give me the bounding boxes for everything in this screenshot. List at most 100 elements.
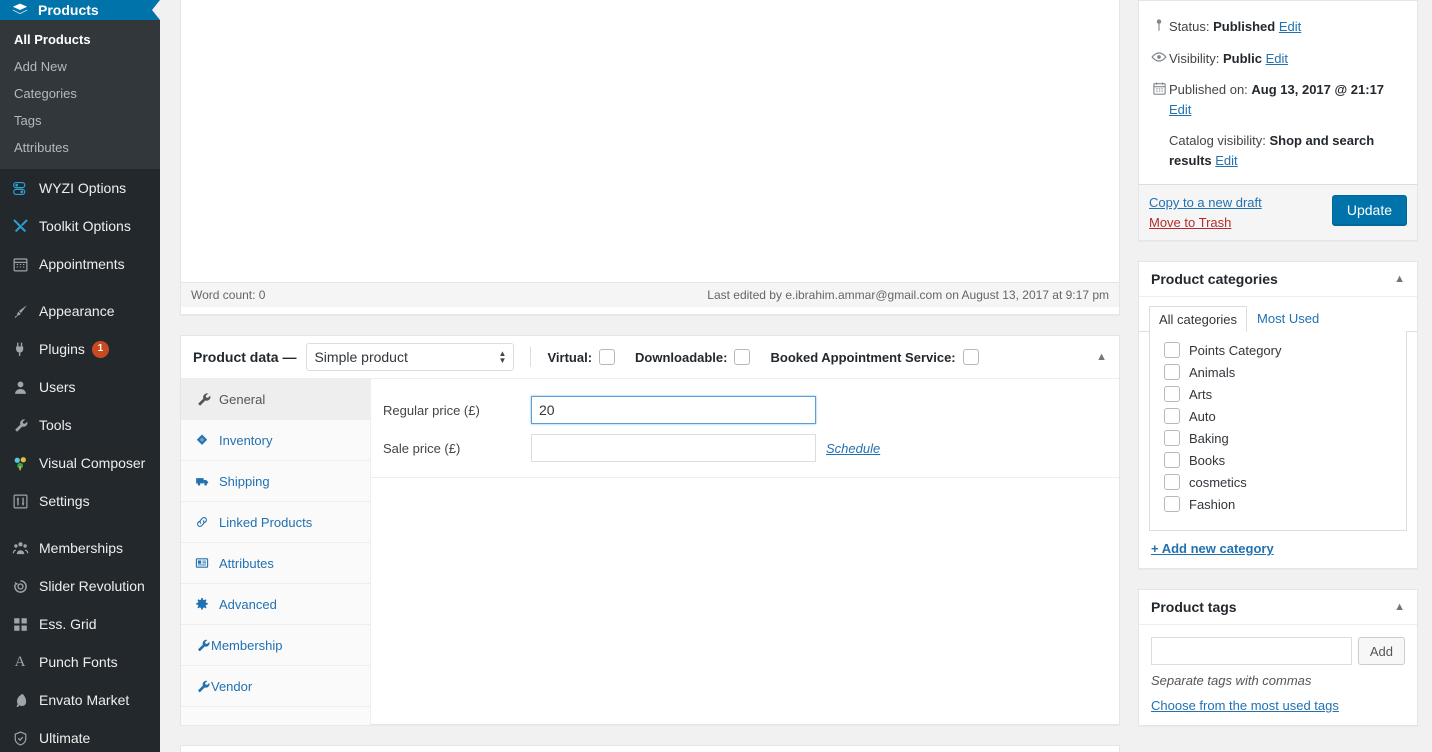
product-categories-box: Product categories ▲ All categories Most … <box>1138 261 1418 569</box>
sidebar-item-toolkit-options[interactable]: Toolkit Options <box>0 207 160 245</box>
product-option-booked-appointment-service[interactable]: Booked Appointment Service: <box>770 349 979 365</box>
category-checkbox[interactable] <box>1164 452 1180 468</box>
product-tab-membership[interactable]: Membership <box>181 625 370 666</box>
grid-icon <box>10 614 30 634</box>
tag-input[interactable] <box>1151 637 1352 665</box>
product-option-label: Booked Appointment Service: <box>770 349 956 365</box>
category-item[interactable]: Points Category <box>1150 339 1406 361</box>
product-tab-attributes[interactable]: Attributes <box>181 543 370 584</box>
sidebar-item-punch-fonts[interactable]: A Punch Fonts <box>0 643 160 681</box>
published-on-row: Published on: Aug 13, 2017 @ 21:17 Edit <box>1149 74 1407 125</box>
word-count: Word count: 0 <box>191 288 266 302</box>
product-type-select[interactable]: Simple productGrouped productExternal/Af… <box>306 343 515 371</box>
category-tab-most-used[interactable]: Most Used <box>1247 305 1329 331</box>
published-label: Published on: <box>1169 82 1248 97</box>
visibility-label: Visibility: <box>1169 50 1220 66</box>
category-item[interactable]: Books <box>1150 449 1406 471</box>
category-item[interactable]: cosmetics <box>1150 471 1406 493</box>
product-tab-shipping[interactable]: Shipping <box>181 461 370 502</box>
category-checkbox[interactable] <box>1164 386 1180 402</box>
category-label: Animals <box>1189 364 1236 380</box>
sidebar-item-appointments[interactable]: Appointments <box>0 245 160 283</box>
sidebar-item-ultimate[interactable]: Ultimate <box>0 719 160 752</box>
category-checkbox[interactable] <box>1164 474 1180 490</box>
sidebar-item-visual-composer[interactable]: Visual Composer <box>0 444 160 482</box>
checkbox[interactable] <box>734 349 751 365</box>
category-item[interactable]: Auto <box>1150 405 1406 427</box>
calendar-icon <box>1149 80 1169 96</box>
submenu-item-tags[interactable]: Tags <box>0 107 160 134</box>
catalog-visibility-text: Catalog visibility: Shop and search resu… <box>1169 131 1407 170</box>
tag-hint: Separate tags with commas <box>1151 673 1312 688</box>
sidebar-item-tools[interactable]: Tools <box>0 406 160 444</box>
sidebar-item-plugins[interactable]: Plugins 1 <box>0 330 160 368</box>
sidebar-item-settings[interactable]: Settings <box>0 482 160 520</box>
most-used-tags-link[interactable]: Choose from the most used tags <box>1139 698 1417 725</box>
product-option-downloadable[interactable]: Downloadable: <box>635 349 751 365</box>
product-data-metabox: Product data — Simple productGrouped pro… <box>180 335 1120 725</box>
regular-price-input[interactable] <box>531 396 816 424</box>
sidebar-item-appearance[interactable]: Appearance <box>0 292 160 330</box>
category-item[interactable]: Baking <box>1150 427 1406 449</box>
product-tab-label: Shipping <box>219 473 270 489</box>
product-tab-advanced[interactable]: Advanced <box>181 584 370 625</box>
category-checkbox[interactable] <box>1164 342 1180 358</box>
schedule-sale-link[interactable]: Schedule <box>826 441 880 456</box>
submenu-item-attributes[interactable]: Attributes <box>0 134 160 161</box>
edit-status-link[interactable]: Edit <box>1279 19 1301 34</box>
add-new-category-link[interactable]: + Add new category <box>1139 531 1417 568</box>
chevron-up-icon[interactable]: ▲ <box>1394 601 1405 613</box>
sidebar-item-users[interactable]: Users <box>0 368 160 406</box>
category-checkbox[interactable] <box>1164 408 1180 424</box>
category-checkbox[interactable] <box>1164 364 1180 380</box>
product-tab-inventory[interactable]: Inventory <box>181 420 370 461</box>
category-tab-all-categories[interactable]: All categories <box>1149 306 1248 332</box>
product-type-select-wrap: Simple productGrouped productExternal/Af… <box>306 343 515 371</box>
sidebar-item-wyzi-options[interactable]: WYZI Options <box>0 169 160 207</box>
product-tab-vendor[interactable]: Vendor <box>181 666 370 707</box>
toggles-icon <box>10 178 30 198</box>
submenu-item-add-new[interactable]: Add New <box>0 53 160 80</box>
update-button[interactable]: Update <box>1331 195 1407 225</box>
category-label: Points Category <box>1189 342 1282 358</box>
submenu-item-categories[interactable]: Categories <box>0 80 160 107</box>
tools-cross-icon <box>10 216 30 236</box>
sidebar-item-envato-market[interactable]: Envato Market <box>0 681 160 719</box>
pin-icon <box>1149 17 1169 32</box>
product-tab-general[interactable]: General <box>181 379 370 420</box>
sidebar-item-products[interactable]: Products <box>0 0 160 20</box>
sidebar-item-memberships[interactable]: Memberships <box>0 529 160 567</box>
sidebar-item-slider-revolution[interactable]: Slider Revolution <box>0 567 160 605</box>
edit-catalog-link[interactable]: Edit <box>1215 153 1237 168</box>
sidebar-item-ess-grid[interactable]: Ess. Grid <box>0 605 160 643</box>
sale-price-input[interactable] <box>531 434 816 462</box>
category-checkbox[interactable] <box>1164 430 1180 446</box>
update-count-badge: 1 <box>91 340 109 358</box>
chevron-up-icon[interactable]: ▲ <box>1096 351 1107 363</box>
copy-to-new-draft-link[interactable]: Copy to a new draft <box>1149 195 1262 210</box>
visibility-value: Public <box>1222 50 1262 66</box>
category-tabs: All categories Most Used <box>1139 297 1417 332</box>
wrench-icon <box>10 415 30 435</box>
groups-icon <box>10 538 30 558</box>
editor-content-area[interactable] <box>181 0 1119 282</box>
category-item[interactable]: Animals <box>1150 361 1406 383</box>
published-on-text: Published on: Aug 13, 2017 @ 21:17 Edit <box>1169 80 1407 119</box>
publish-actions: Copy to a new draft Move to Trash Update <box>1139 184 1417 240</box>
catalog-spacer <box>1149 131 1169 132</box>
product-option-virtual[interactable]: Virtual: <box>547 349 616 365</box>
category-checkbox[interactable] <box>1164 496 1180 512</box>
add-tag-button[interactable]: Add <box>1357 637 1405 665</box>
checkbox[interactable] <box>599 349 616 365</box>
category-checklist[interactable]: Points Category Animals Arts Auto Baking Book… <box>1149 331 1407 531</box>
sidebar-item-label: Tools <box>39 417 72 433</box>
category-item[interactable]: Fashion <box>1150 493 1406 515</box>
checkbox[interactable] <box>962 349 979 365</box>
move-to-trash-link[interactable]: Move to Trash <box>1149 215 1262 230</box>
submenu-item-all-products[interactable]: All Products <box>0 26 160 53</box>
edit-visibility-link[interactable]: Edit <box>1266 51 1288 66</box>
edit-published-link[interactable]: Edit <box>1169 102 1191 117</box>
category-item[interactable]: Arts <box>1150 383 1406 405</box>
product-tab-linked-products[interactable]: Linked Products <box>181 502 370 543</box>
chevron-up-icon[interactable]: ▲ <box>1394 273 1405 285</box>
